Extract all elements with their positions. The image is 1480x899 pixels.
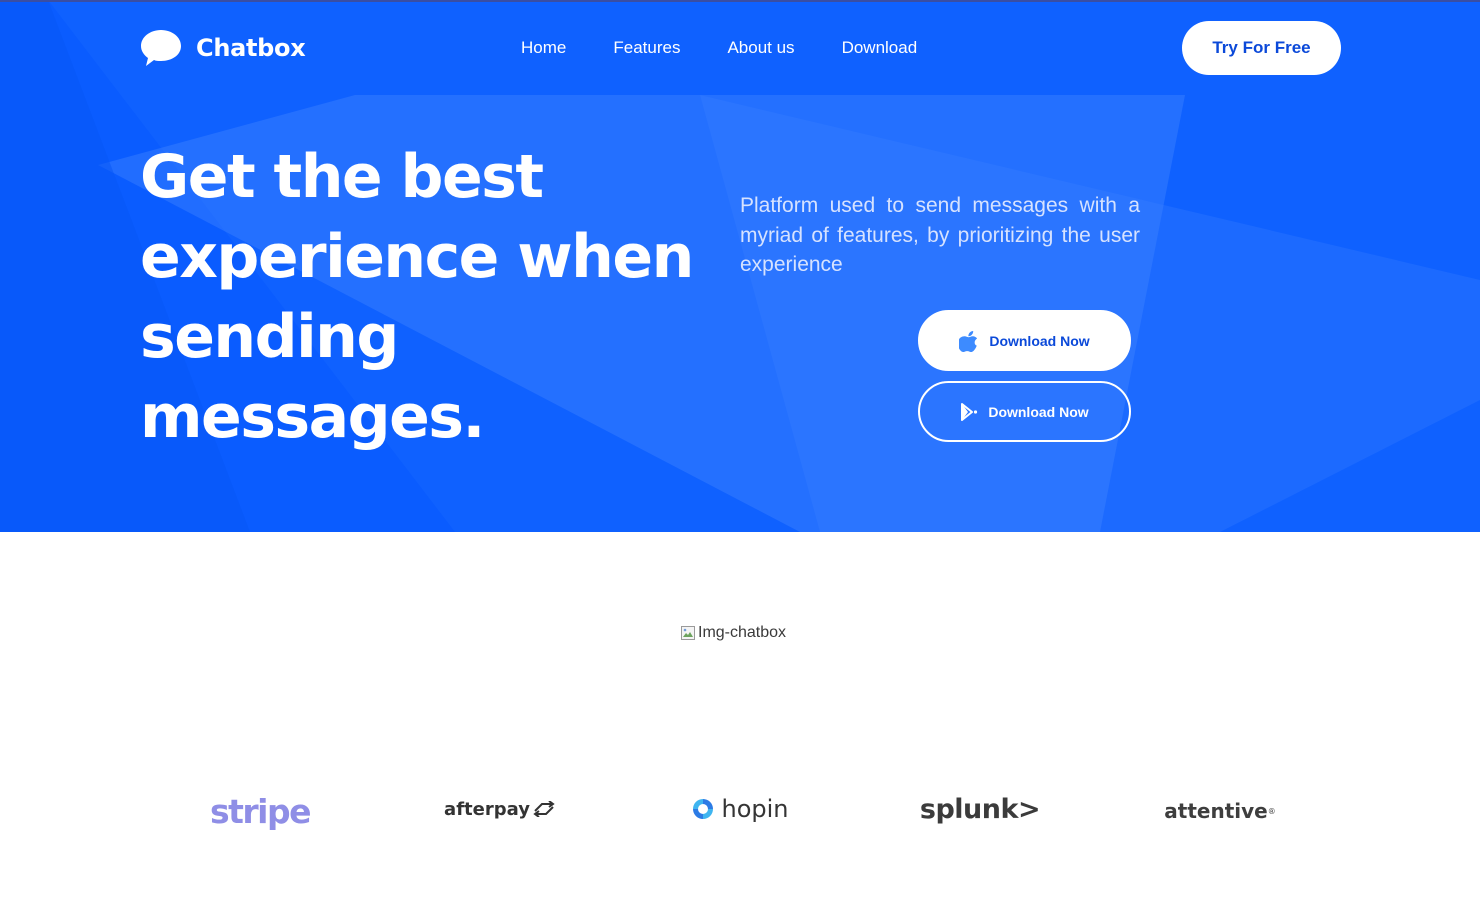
download-app-store-button[interactable]: Download Now [918,310,1131,371]
hopin-wordmark: hopin [721,795,789,823]
top-border [0,0,1480,2]
nav-download[interactable]: Download [842,37,918,59]
nav-home[interactable]: Home [521,37,566,59]
try-for-free-button[interactable]: Try For Free [1182,21,1341,75]
nav-features[interactable]: Features [613,37,680,59]
attentive-logo: attentive ® [1160,796,1280,826]
hero-description: Platform used to send messages with a my… [740,194,1140,276]
chat-bubble-icon [141,30,181,66]
logo-text: Chatbox [196,34,306,62]
hero-section: Chatbox Home Features About us Download … [0,0,1480,532]
attentive-registered-mark: ® [1267,806,1276,816]
afterpay-wordmark: afterpay [444,798,530,820]
afterpay-logo: afterpay [440,794,560,824]
play-store-icon [961,402,978,421]
broken-image-icon [681,626,695,640]
nav-about-us[interactable]: About us [727,37,794,59]
afterpay-arrows-icon [533,801,555,817]
attentive-wordmark: attentive [1164,799,1268,823]
stripe-logo: stripe [200,788,320,834]
splunk-logo: splunk> [919,789,1041,829]
download-google-play-button[interactable]: Download Now [918,381,1131,442]
hopin-mark-icon [693,799,714,819]
download-app-store-label: Download Now [989,332,1090,349]
apple-icon [959,330,978,352]
chatbox-image-alt: Img-chatbox [698,624,787,641]
hopin-logo: hopin [680,791,800,827]
logo[interactable]: Chatbox [140,28,306,68]
stripe-wordmark: stripe [209,791,312,831]
splunk-wordmark: splunk> [919,793,1041,825]
main-nav: Home Features About us Download [521,37,964,59]
hero-title: Get the best experience when sending mes… [140,142,694,452]
download-google-play-label: Download Now [988,403,1089,420]
chatbox-image: Img-chatbox [680,624,786,642]
